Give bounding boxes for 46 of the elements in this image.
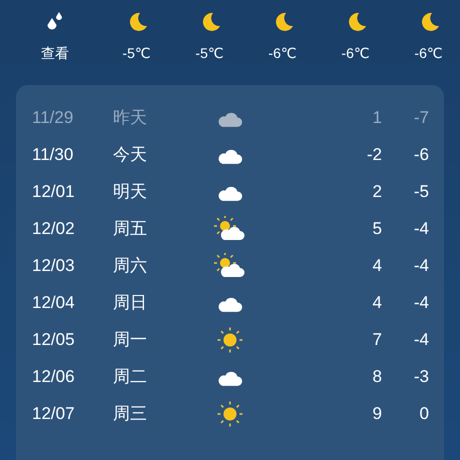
weekday-text: 周一: [113, 329, 148, 351]
date-text: 12/04: [32, 292, 76, 312]
low-temperature: 0: [418, 404, 429, 424]
date-text: 11/30: [32, 144, 74, 164]
low-temperature: -4: [412, 218, 429, 238]
low-temperature: -7: [412, 108, 429, 128]
weekday-text: 周五: [113, 218, 148, 240]
date-text: 12/01: [32, 182, 76, 202]
weekday-text: 周二: [113, 366, 148, 388]
sun-cloud-icon: [214, 216, 246, 242]
high-temperature: 4: [372, 256, 382, 276]
date-text: 12/07: [32, 404, 76, 424]
hour-temperature: -5℃: [195, 44, 224, 62]
low-temperature: -4: [412, 330, 429, 350]
sun-icon: [216, 400, 244, 428]
low-temperature: -3: [412, 366, 429, 386]
high-temperature: 5: [372, 218, 382, 238]
hour-temperature: -5℃: [122, 44, 151, 62]
high-temperature: 4: [372, 292, 382, 312]
weekday-text: 周日: [113, 292, 148, 314]
date-text: 12/05: [32, 330, 76, 350]
high-temperature: 9: [372, 404, 382, 424]
date-text: 12/03: [32, 256, 76, 276]
view-label[interactable]: 查看: [41, 44, 69, 62]
weekday-text: 周三: [113, 403, 148, 425]
sun-cloud-icon: [214, 252, 246, 278]
high-temperature: 1: [372, 108, 382, 128]
high-temperature: 8: [372, 366, 382, 386]
sun-icon: [216, 326, 244, 354]
low-temperature: -4: [412, 256, 429, 276]
high-temperature: -2: [366, 144, 382, 164]
low-temperature: -6: [412, 144, 429, 164]
weekday-text: 昨天: [113, 107, 148, 129]
hour-temperature: -6℃: [341, 44, 370, 62]
low-temperature: -5: [412, 182, 429, 202]
weekday-text: 今天: [113, 144, 148, 166]
hour-temperature: -6℃: [414, 44, 443, 62]
date-text: 12/02: [32, 218, 76, 238]
weekday-text: 周六: [113, 255, 148, 277]
high-temperature: 7: [372, 330, 382, 350]
hour-temperature: -6℃: [268, 44, 297, 62]
date-text: 11/29: [32, 108, 74, 128]
low-temperature: -4: [412, 292, 429, 312]
high-temperature: 2: [372, 182, 382, 202]
date-text: 12/06: [32, 366, 76, 386]
weekday-text: 明天: [113, 181, 148, 203]
